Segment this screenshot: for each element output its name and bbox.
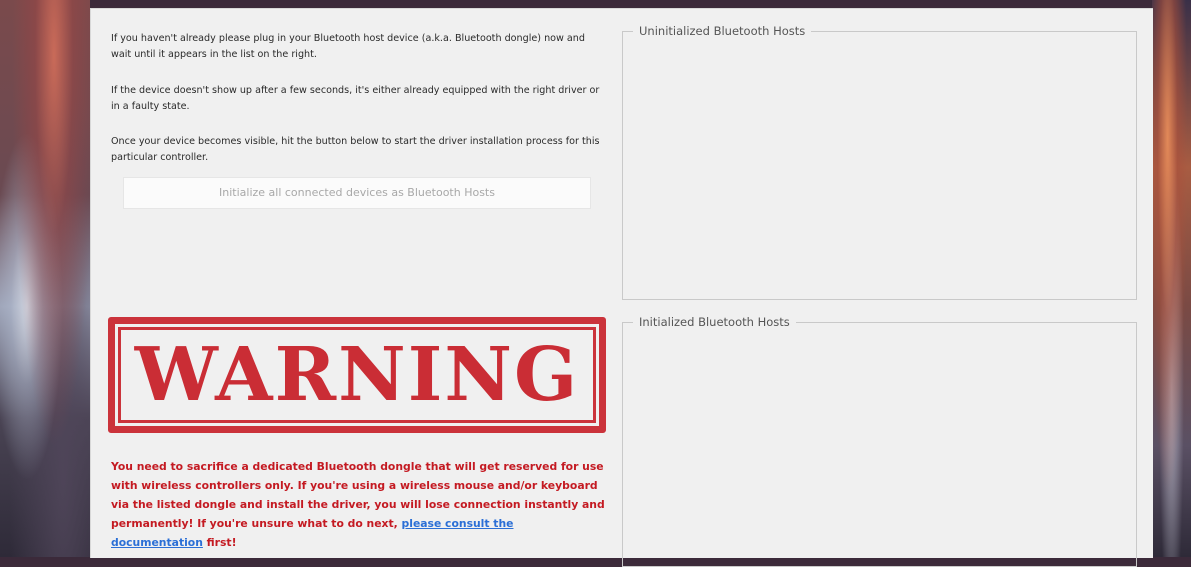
desktop-wallpaper-left [0,0,90,557]
uninitialized-hosts-group: Uninitialized Bluetooth Hosts [622,23,1137,300]
uninitialized-hosts-title: Uninitialized Bluetooth Hosts [633,23,812,39]
warning-message: You need to sacrifice a dedicated Blueto… [111,457,605,552]
initialized-hosts-group: Initialized Bluetooth Hosts [622,314,1137,567]
instruction-plug-in-text: If you haven't already please plug in yo… [111,33,585,60]
warning-message-end: first! [202,536,237,549]
uninitialized-hosts-list[interactable] [629,38,1130,293]
initialized-hosts-list[interactable] [629,329,1130,560]
instruction-not-showing-text: If the device doesn't show up after a fe… [111,85,600,112]
warning-message-text: You need to sacrifice a dedicated Blueto… [111,460,605,530]
initialize-hosts-button[interactable]: Initialize all connected devices as Blue… [123,177,591,209]
desktop-wallpaper-right [1152,0,1191,557]
warning-stamp-text: WARNING [134,332,580,418]
driver-installer-window: If you haven't already please plug in yo… [90,8,1153,567]
instruction-button-text: Once your device becomes visible, hit th… [111,136,600,163]
initialized-hosts-title: Initialized Bluetooth Hosts [633,314,796,330]
warning-stamp-image: WARNING [108,317,606,433]
